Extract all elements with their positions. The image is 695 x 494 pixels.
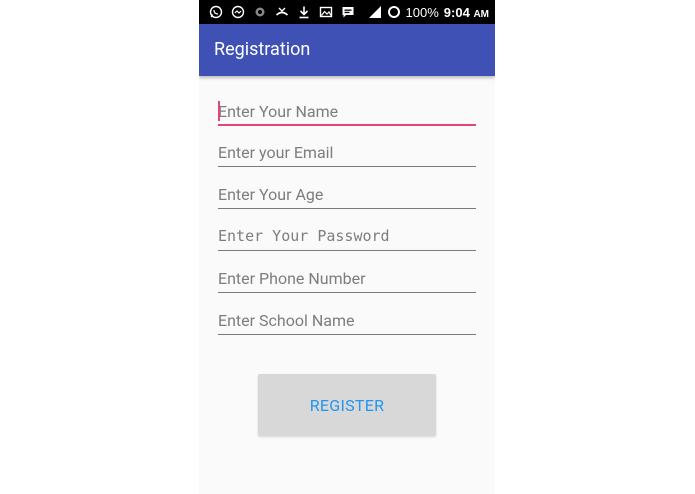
page-title: Registration [214,39,311,60]
battery-level: 100% [405,4,439,20]
name-field[interactable] [218,99,476,126]
email-input[interactable] [218,140,476,164]
phone-input[interactable] [218,266,476,290]
missed-call-icon [275,5,289,19]
age-input[interactable] [218,182,476,206]
register-button[interactable]: REGISTER [258,374,436,436]
signal-icon [368,5,382,19]
status-bar: 100% 9:04 AM [199,0,495,24]
text-cursor [218,101,220,121]
school-field[interactable] [218,308,476,335]
password-input[interactable] [218,224,476,248]
phone-field[interactable] [218,266,476,293]
name-input[interactable] [218,99,476,123]
circle-icon [387,5,401,19]
password-field[interactable] [218,224,476,251]
age-field[interactable] [218,182,476,209]
download-icon [297,5,311,19]
status-left-icons [209,0,355,24]
gallery-icon [319,5,333,19]
messenger-icon [231,5,245,19]
clock: 9:04 AM [444,5,489,20]
status-right-icons: 100% 9:04 AM [368,0,489,24]
clock-ampm: AM [473,8,489,20]
sms-icon [341,5,355,19]
record-icon [253,5,267,19]
clock-time: 9:04 [443,4,470,20]
whatsapp-icon [209,5,223,19]
phone-screen: 100% 9:04 AM Registration REGISTER [199,0,495,494]
school-input[interactable] [218,308,476,332]
app-bar: Registration [199,24,495,76]
email-field[interactable] [218,140,476,167]
